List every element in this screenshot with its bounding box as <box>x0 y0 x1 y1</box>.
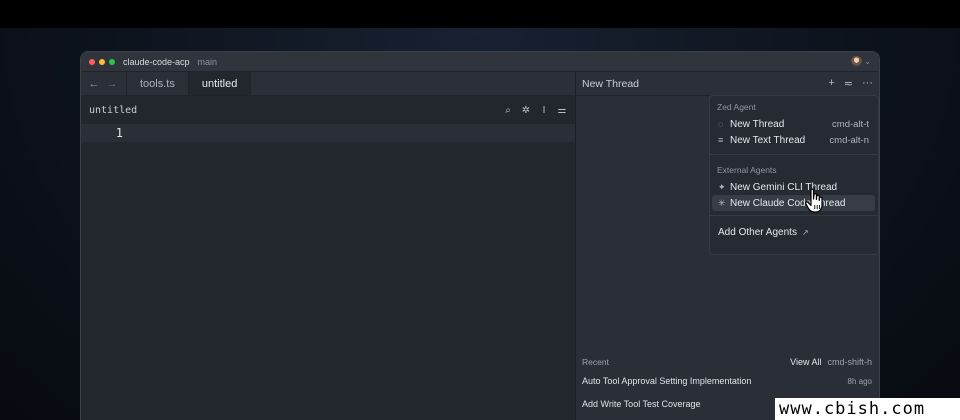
menu-section-external-agents: External Agents <box>717 165 777 175</box>
recent-thread-title: Add Write Tool Test Coverage <box>582 399 701 409</box>
line-number: 1 <box>115 126 123 140</box>
menu-divider <box>710 215 878 216</box>
agent-title: New Thread <box>582 77 640 90</box>
history-icon[interactable]: ≂ <box>844 77 853 90</box>
plus-icon[interactable]: + <box>828 77 834 90</box>
recent-thread-item[interactable]: Auto Tool Approval Setting Implementatio… <box>582 376 872 386</box>
avatar <box>851 56 863 67</box>
workspace: ← → tools.ts untitled untitled ⌕ ✲ I ⚌ 1 <box>81 72 879 420</box>
chevron-down-icon: ⌄ <box>864 57 871 66</box>
tab-untitled[interactable]: untitled <box>188 72 252 95</box>
claude-burst-icon: ✳ <box>718 197 726 208</box>
tab-label: untitled <box>201 77 238 90</box>
traffic-lights <box>89 58 115 65</box>
gemini-star-icon: ✦ <box>718 181 726 192</box>
more-icon[interactable]: ··· <box>862 77 873 90</box>
view-all-shortcut: cmd-shift-h <box>827 357 872 367</box>
tab-bar: ← → tools.ts untitled <box>81 72 575 96</box>
menu-item-label: New Claude Code Thread <box>730 197 846 209</box>
search-icon[interactable]: ⌕ <box>503 105 513 116</box>
chat-bubble-icon: ◌ <box>718 119 724 129</box>
sparkle-icon[interactable]: ✲ <box>521 105 531 116</box>
recent-thread-title: Auto Tool Approval Setting Implementatio… <box>582 376 752 386</box>
arrow-left-icon[interactable]: ← <box>85 72 103 95</box>
menu-link-label: Add Other Agents <box>718 226 797 238</box>
menu-item-shortcut: cmd-alt-n <box>829 134 869 146</box>
recent-header: Recent View All cmd-shift-h <box>582 357 872 367</box>
editor-toolbar: ⌕ ✲ I ⚌ <box>503 105 567 116</box>
editor-pane: ← → tools.ts untitled untitled ⌕ ✲ I ⚌ 1 <box>81 72 576 420</box>
view-all-button[interactable]: View All <box>790 357 821 367</box>
text-cursor-icon[interactable]: I <box>539 105 549 116</box>
breadcrumb[interactable]: untitled <box>89 105 137 116</box>
tab-label: tools.ts <box>140 77 175 90</box>
zoom-window-button[interactable] <box>109 58 115 65</box>
breadcrumb-bar: untitled ⌕ ✲ I ⚌ <box>81 96 575 124</box>
branch-name[interactable]: main <box>198 57 218 67</box>
agent-header: New Thread + ≂ ··· <box>576 72 879 96</box>
watermark: www.cbish.com <box>775 398 960 420</box>
menu-item-label: New Thread <box>730 118 785 130</box>
minimize-window-button[interactable] <box>99 58 105 65</box>
agent-actions: + ≂ ··· <box>828 77 873 90</box>
title-bar: claude-code-acp main ⌄ <box>81 52 879 72</box>
tab-tools-ts[interactable]: tools.ts <box>127 72 189 95</box>
sliders-icon[interactable]: ⚌ <box>557 105 567 116</box>
menu-item-label: New Text Thread <box>730 134 806 146</box>
menu-item-new-gemini-thread[interactable]: ✦ New Gemini CLI Thread <box>712 179 875 195</box>
user-menu[interactable]: ⌄ <box>851 56 871 67</box>
new-thread-menu: Zed Agent ◌ New Thread cmd-alt-t ≡ New T… <box>709 95 879 255</box>
app-window: claude-code-acp main ⌄ ← → tools.ts unti… <box>80 51 880 420</box>
menu-item-new-text-thread[interactable]: ≡ New Text Thread cmd-alt-n <box>712 132 875 148</box>
menu-divider <box>710 154 878 155</box>
agent-panel: New Thread + ≂ ··· Zed Agent ◌ New Threa… <box>576 72 879 420</box>
add-other-agents-link[interactable]: Add Other Agents ↗ <box>710 224 878 240</box>
menu-item-shortcut: cmd-alt-t <box>832 118 869 130</box>
nav-buttons: ← → <box>81 72 127 95</box>
hand-pointer-icon <box>805 188 823 213</box>
project-name[interactable]: claude-code-acp <box>123 57 190 67</box>
menu-section-zed-agent: Zed Agent <box>717 102 756 112</box>
menu-item-new-claude-code-thread[interactable]: ✳ New Claude Code Thread <box>712 195 875 211</box>
editor-line[interactable]: 1 <box>81 124 575 142</box>
menu-item-new-thread[interactable]: ◌ New Thread cmd-alt-t <box>712 116 875 132</box>
arrow-right-icon[interactable]: → <box>103 72 121 95</box>
arrow-up-right-icon: ↗ <box>801 227 809 237</box>
close-window-button[interactable] <box>89 58 95 65</box>
recent-thread-time: 8h ago <box>847 376 872 386</box>
recent-label: Recent <box>582 357 609 367</box>
text-lines-icon: ≡ <box>718 135 724 145</box>
